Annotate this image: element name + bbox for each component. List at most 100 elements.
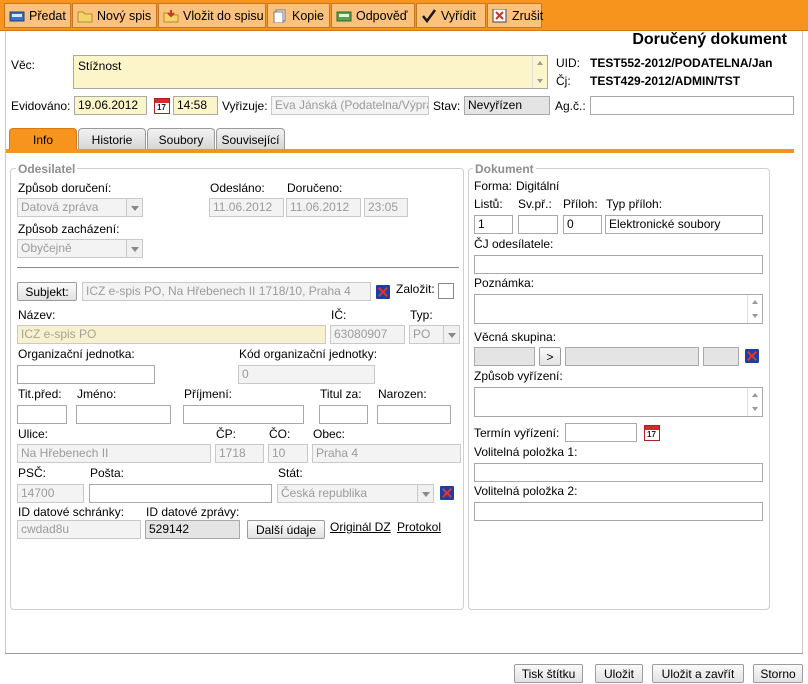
svpr-input[interactable]	[518, 215, 558, 234]
nazev-label: Název:	[18, 308, 56, 322]
psc-input[interactable]: 14700	[17, 484, 84, 503]
vecna-skupina-code-input[interactable]	[474, 347, 535, 366]
protokol-link[interactable]: Protokol	[397, 520, 441, 534]
ulozit-button[interactable]: Uložit	[595, 664, 643, 683]
tit-pred-label: Tit.před:	[18, 387, 62, 401]
predat-label: Předat	[29, 8, 66, 23]
vec-value: Stížnost	[78, 59, 122, 73]
vec-textarea[interactable]: Stížnost	[73, 55, 548, 89]
kod-org-input[interactable]: 0	[238, 365, 375, 384]
obec-input[interactable]: Praha 4	[312, 444, 461, 463]
prijmeni-input[interactable]	[183, 405, 304, 424]
chevron-down-icon	[126, 199, 142, 216]
subjekt-input[interactable]: ICZ e-spis PO, Na Hřebenech II 1718/10, …	[82, 282, 371, 301]
stat-value: Česká republika	[281, 486, 368, 500]
typ-priloh-label: Typ příloh:	[606, 197, 663, 211]
co-input[interactable]: 10	[268, 444, 308, 463]
evidovano-date-input[interactable]: 19.06.2012	[74, 96, 147, 115]
nazev-input[interactable]: ICZ e-spis PO	[17, 325, 326, 344]
priloh-input[interactable]: 0	[563, 215, 602, 234]
typ-select[interactable]: PO	[409, 325, 460, 344]
calendar-icon[interactable]	[154, 98, 170, 114]
volitelna2-input[interactable]	[474, 502, 763, 521]
zrusit-label: Zrušit	[512, 8, 544, 23]
vlozit-do-spisu-button[interactable]: Vložit do spisu	[158, 3, 266, 28]
original-dz-link[interactable]: Originál DZ	[330, 520, 391, 534]
id-zpravy-input[interactable]: 529142	[145, 520, 240, 539]
tab-historie[interactable]: Historie	[78, 128, 146, 150]
remove-vecna-skupina-icon[interactable]	[745, 349, 759, 363]
typ-priloh-input[interactable]: Elektronické soubory	[605, 215, 763, 234]
vecna-skupina-extra-input[interactable]	[703, 347, 739, 366]
dalsi-udaje-button[interactable]: Další údaje	[247, 520, 325, 539]
titul-za-input[interactable]	[319, 405, 368, 424]
stav-input[interactable]: Nevyřízen	[464, 96, 550, 115]
ulice-input[interactable]: Na Hřebenech II	[17, 444, 211, 463]
termin-input[interactable]	[565, 423, 637, 442]
zpusob-doruceni-label: Způsob doručení:	[18, 181, 112, 195]
vec-label: Věc:	[11, 58, 36, 72]
cp-input[interactable]: 1718	[215, 444, 264, 463]
zpusob-doruceni-select[interactable]: Datová zpráva	[17, 198, 143, 217]
ulozit-a-zavrit-button[interactable]: Uložit a zavřít	[652, 664, 744, 683]
zpusob-vyrizeni-textarea[interactable]	[474, 387, 763, 417]
vyridit-button[interactable]: Vyřídit	[416, 3, 486, 28]
remove-subjekt-icon[interactable]	[376, 285, 390, 299]
tisk-stitku-button[interactable]: Tisk štítku	[514, 664, 583, 683]
cp-label: ČP:	[216, 427, 237, 441]
remove-stat-icon[interactable]	[440, 486, 454, 500]
insert-into-folder-icon	[163, 9, 179, 23]
agc-input[interactable]	[590, 96, 794, 115]
footer-divider	[5, 653, 803, 654]
tab-info[interactable]: Info	[9, 128, 77, 150]
tab-soubory[interactable]: Soubory	[147, 128, 215, 150]
id-schranky-input[interactable]: cwdad8u	[17, 520, 141, 539]
folder-icon	[77, 9, 93, 23]
stat-label: Stát:	[278, 466, 303, 480]
calendar-icon[interactable]	[644, 425, 660, 441]
doruceno-date-input[interactable]: 11.06.2012	[286, 198, 361, 217]
zalozit-label: Založit:	[396, 282, 435, 296]
storno-button[interactable]: Storno	[753, 664, 803, 683]
novy-spis-label: Nový spis	[97, 8, 152, 23]
posta-input[interactable]	[89, 484, 272, 503]
doruceno-label: Doručeno:	[287, 181, 343, 195]
poznamka-scrollbar[interactable]	[747, 295, 762, 323]
priloh-label: Příloh:	[563, 197, 598, 211]
kod-org-label: Kód organizační jednotky:	[239, 347, 378, 361]
subjekt-button[interactable]: Subjekt:	[17, 282, 77, 301]
jmeno-input[interactable]	[76, 405, 171, 424]
novy-spis-button[interactable]: Nový spis	[72, 3, 157, 28]
tit-pred-input[interactable]	[17, 405, 67, 424]
volitelna1-label: Volitelná položka 1:	[474, 445, 578, 459]
narozen-input[interactable]	[377, 405, 451, 424]
listu-input[interactable]: 1	[474, 215, 513, 234]
zpusob-zachazeni-select[interactable]: Obyčejně	[17, 239, 143, 258]
vlozit-label: Vložit do spisu	[183, 8, 264, 23]
narozen-label: Narozen:	[378, 387, 427, 401]
org-jednotka-label: Organizační jednotka:	[18, 347, 135, 361]
vecna-skupina-name-input[interactable]	[565, 347, 699, 366]
zpusob-vyrizeni-scrollbar[interactable]	[747, 388, 762, 416]
posta-label: Pošta:	[90, 466, 125, 480]
cj-odesilatele-input[interactable]	[474, 255, 763, 274]
odpoved-button[interactable]: Odpověď	[331, 3, 415, 28]
vec-scrollbar[interactable]	[532, 56, 547, 88]
org-jednotka-input[interactable]	[17, 365, 155, 384]
kopie-button[interactable]: Kopie	[267, 3, 330, 28]
odeslano-input[interactable]: 11.06.2012	[209, 198, 284, 217]
vecna-skupina-select-button[interactable]: >	[539, 347, 561, 366]
doruceno-time-input[interactable]: 23:05	[364, 198, 408, 217]
zrusit-button[interactable]: Zrušit	[487, 3, 544, 28]
zalozit-checkbox[interactable]	[438, 283, 454, 299]
window-border-right	[802, 31, 803, 653]
volitelna1-input[interactable]	[474, 463, 763, 482]
predat-button[interactable]: Předat	[4, 3, 71, 28]
stat-select[interactable]: Česká republika	[277, 484, 434, 503]
ulice-label: Ulice:	[18, 427, 49, 441]
ic-input[interactable]: 63080907	[330, 325, 405, 344]
poznamka-textarea[interactable]	[474, 294, 763, 324]
vyrizuje-input[interactable]: Eva Jánská (Podatelna/Výprava)	[271, 96, 429, 115]
evidovano-time-input[interactable]: 14:58	[173, 96, 218, 115]
tab-souvisejici[interactable]: Související	[216, 128, 285, 150]
